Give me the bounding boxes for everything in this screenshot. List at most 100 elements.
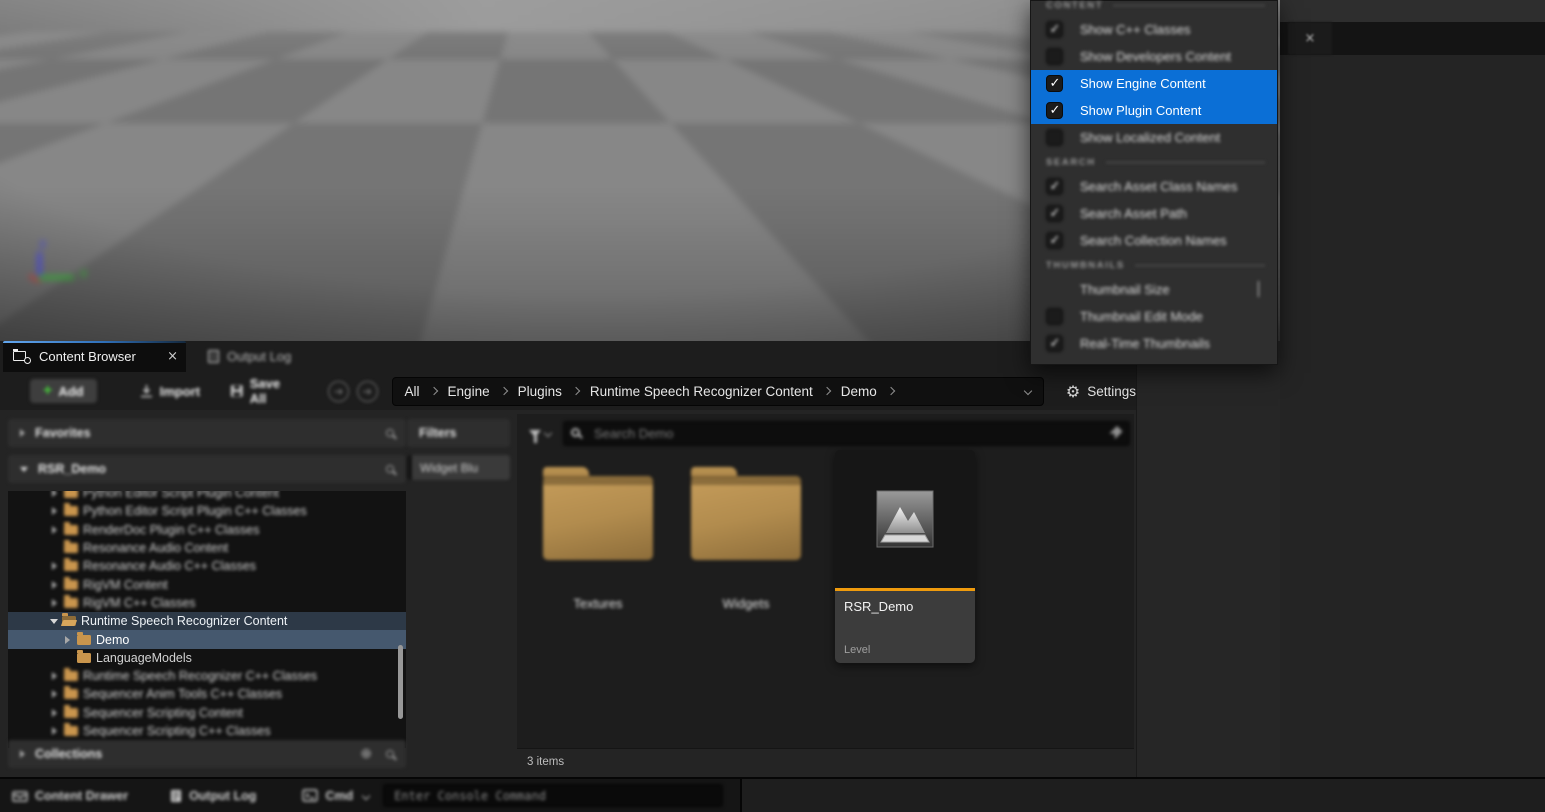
axis-y-label: Y — [80, 269, 87, 281]
content-drawer-button[interactable]: Content Drawer — [12, 789, 128, 803]
filter-funnel-icon[interactable] — [529, 430, 541, 437]
folder-tile-widgets[interactable]: Widgets — [687, 476, 805, 611]
path-dropdown-icon[interactable] — [1024, 387, 1032, 395]
asset-tile-rsr-demo[interactable]: RSR_Demo Level — [835, 450, 975, 663]
tab-content-browser[interactable]: Content Browser × — [3, 341, 186, 372]
menu-item-show-localized-content[interactable]: Show Localized Content — [1031, 124, 1277, 151]
asset-search-row — [529, 420, 1130, 446]
menu-item-real-time-thumbnails[interactable]: Real-Time Thumbnails — [1031, 330, 1277, 357]
tab-output-log[interactable]: Output Log — [198, 341, 336, 372]
search-icon[interactable] — [386, 465, 394, 473]
settings-button[interactable]: ⚙ Settings — [1066, 382, 1136, 401]
collection-root-header[interactable]: RSR_Demo — [8, 455, 406, 483]
chevron-right-icon — [887, 387, 895, 395]
expander-right-icon[interactable] — [20, 750, 25, 758]
tree-row-languagemodels[interactable]: LanguageModels — [8, 649, 406, 667]
editor-statusbar: Content Drawer Output Log Cmd — [0, 777, 1545, 812]
close-tab-icon[interactable]: × — [159, 349, 178, 364]
import-button[interactable]: Import — [139, 384, 200, 399]
chevron-right-icon — [499, 387, 507, 395]
level-mountain-icon — [876, 490, 934, 548]
menu-item-thumbnail-edit-mode[interactable]: Thumbnail Edit Mode — [1031, 303, 1277, 330]
collections-header[interactable]: Collections ⊕ — [8, 740, 406, 768]
tree-row[interactable]: Sequencer Scripting Content — [8, 704, 406, 722]
submenu-arrow-icon — [1258, 281, 1259, 297]
checkbox-checked-icon[interactable] — [1046, 102, 1063, 119]
menu-item-search-collection-names[interactable]: Search Collection Names — [1031, 227, 1277, 254]
breadcrumb-engine[interactable]: Engine — [448, 384, 490, 399]
chevron-down-icon — [362, 791, 370, 799]
save-icon — [230, 384, 244, 398]
menu-section-thumbnails: THUMBNAILS — [1031, 254, 1277, 276]
asset-info: RSR_Demo Level — [835, 591, 975, 663]
folder-icon — [64, 726, 78, 736]
checkbox-unchecked-icon[interactable] — [1046, 129, 1063, 146]
expander-down-icon[interactable] — [20, 467, 28, 472]
tree-row-runtime-speech-recognizer-content[interactable]: Runtime Speech Recognizer Content — [8, 612, 406, 630]
close-icon[interactable]: × — [1305, 31, 1316, 46]
tree-row[interactable]: Sequencer Scripting C++ Classes — [8, 722, 406, 740]
history-forward-button[interactable]: ➔ — [357, 381, 378, 402]
checkbox-checked-icon[interactable] — [1046, 205, 1063, 222]
tree-row[interactable]: RigVM Content — [8, 575, 406, 593]
output-log-icon — [208, 350, 219, 363]
breadcrumb-demo[interactable]: Demo — [841, 384, 877, 399]
console-icon — [302, 789, 318, 802]
items-count: 3 items — [527, 756, 564, 768]
console-command-input[interactable] — [383, 784, 723, 807]
breadcrumb-all[interactable]: All — [405, 384, 420, 399]
add-collection-icon[interactable]: ⊕ — [360, 746, 372, 762]
checkbox-checked-icon[interactable] — [1046, 75, 1063, 92]
checkbox-checked-icon[interactable] — [1046, 335, 1063, 352]
tree-row[interactable]: Python Editor Script Plugin C++ Classes — [8, 502, 406, 520]
expander-right-icon[interactable] — [20, 429, 25, 437]
checkbox-checked-icon[interactable] — [1046, 21, 1063, 38]
tab-content-browser-label: Content Browser — [39, 349, 136, 364]
filter-chip-widget-blueprint[interactable]: Widget Blu — [407, 455, 510, 480]
menu-item-show-developers-content[interactable]: Show Developers Content — [1031, 43, 1277, 70]
search-icon[interactable] — [386, 429, 394, 437]
right-panel-tab[interactable]: × — [1288, 22, 1332, 55]
tree-row[interactable]: Sequencer Anim Tools C++ Classes — [8, 685, 406, 703]
asset-search-input[interactable] — [563, 421, 1130, 446]
folder-icon — [64, 525, 78, 535]
tree-row-demo-selected[interactable]: Demo — [8, 630, 406, 648]
chevron-right-icon — [823, 387, 831, 395]
filters-header: Filters — [407, 419, 510, 447]
tree-row[interactable]: RigVM C++ Classes — [8, 594, 406, 612]
add-button[interactable]: + Add — [30, 379, 97, 403]
tree-row[interactable]: Runtime Speech Recognizer C++ Classes — [8, 667, 406, 685]
checkbox-unchecked-icon[interactable] — [1046, 48, 1063, 65]
menu-item-show-plugin-content[interactable]: Show Plugin Content — [1031, 97, 1277, 124]
save-all-button[interactable]: Save All — [230, 376, 298, 406]
breadcrumb: All Engine Plugins Runtime Speech Recogn… — [392, 377, 1044, 406]
level-thumbnail — [835, 450, 975, 588]
folder-tile-textures[interactable]: Textures — [539, 476, 657, 611]
menu-item-search-asset-class-names[interactable]: Search Asset Class Names — [1031, 173, 1277, 200]
favorites-header[interactable]: Favorites — [8, 419, 406, 447]
tree-row[interactable]: RenderDoc Plugin C++ Classes — [8, 521, 406, 539]
cmd-selector[interactable]: Cmd — [302, 789, 369, 803]
menu-item-search-asset-path[interactable]: Search Asset Path — [1031, 200, 1277, 227]
tree-row[interactable]: Resonance Audio C++ Classes — [8, 557, 406, 575]
checkbox-checked-icon[interactable] — [1046, 232, 1063, 249]
history-back-button[interactable]: ➔ — [328, 381, 349, 402]
tree-row[interactable]: Python Editor Script Plugin Content — [8, 491, 406, 502]
filter-dropdown-icon[interactable] — [544, 429, 552, 437]
chevron-right-icon — [429, 387, 437, 395]
output-log-button[interactable]: Output Log — [170, 789, 256, 803]
checkbox-checked-icon[interactable] — [1046, 178, 1063, 195]
search-icon[interactable] — [386, 750, 394, 758]
content-browser-toolbar: + Add Import Save All ➔ ➔ All Engine Plu… — [0, 372, 1136, 410]
output-log-icon — [170, 789, 182, 803]
menu-item-show-engine-content[interactable]: Show Engine Content — [1031, 70, 1277, 97]
folder-icon — [64, 671, 78, 681]
tree-row[interactable]: Resonance Audio Content — [8, 539, 406, 557]
breadcrumb-plugins[interactable]: Plugins — [518, 384, 562, 399]
breadcrumb-rsr-content[interactable]: Runtime Speech Recognizer Content — [590, 384, 813, 399]
tree-scrollbar[interactable] — [398, 645, 403, 719]
menu-item-thumbnail-size[interactable]: Thumbnail Size — [1031, 276, 1277, 303]
checkbox-unchecked-icon[interactable] — [1046, 308, 1063, 325]
folder-tree: Python Editor Script Plugin Content Pyth… — [8, 491, 406, 748]
menu-item-show-cpp-classes[interactable]: Show C++ Classes — [1031, 16, 1277, 43]
